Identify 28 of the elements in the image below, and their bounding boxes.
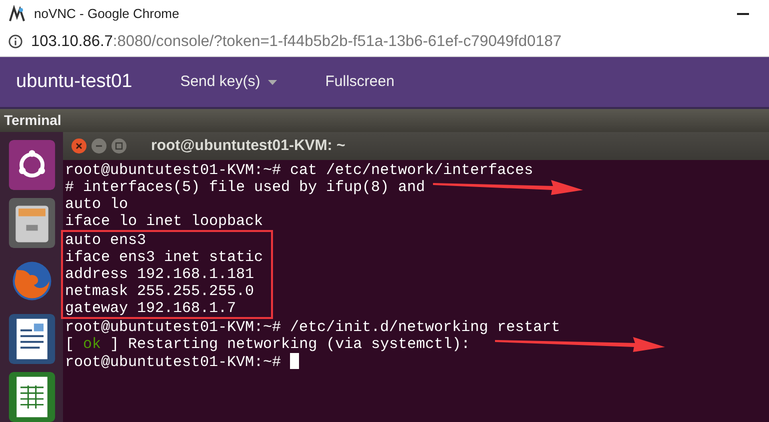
brand-title[interactable]: ubuntu-test01 <box>16 68 132 96</box>
info-icon[interactable] <box>8 34 23 49</box>
close-icon[interactable] <box>71 138 87 154</box>
window-title: noVNC - Google Chrome <box>34 4 180 23</box>
panel-title: Terminal <box>4 111 62 130</box>
prompt-text: root@ubuntutest01-KVM:~# <box>65 354 282 371</box>
terminal-line: auto lo <box>65 196 128 213</box>
terminal-line: netmask 255.255.255.0 <box>65 283 254 300</box>
address-field[interactable]: 103.10.86.7:8080/console/?token=1-f44b5b2b-f51a-13b6-61ef-c79049fd0187 <box>31 30 562 54</box>
terminal-line: # interfaces(5) file used by ifup(8) and <box>65 179 426 196</box>
terminal-line: auto ens3 <box>65 232 146 249</box>
app-icon <box>8 4 26 22</box>
terminal-line: root@ubuntutest01-KVM:~# /etc/init.d/networking restart <box>65 319 560 336</box>
terminal-title: root@ubuntutest01-KVM: ~ <box>151 136 346 156</box>
spreadsheet-icon[interactable] <box>8 372 56 422</box>
file-cabinet-icon[interactable] <box>8 198 56 248</box>
ubuntu-logo-icon[interactable] <box>8 140 56 190</box>
terminal-line: iface ens3 inet static <box>65 249 264 266</box>
nav-link[interactable]: Send key(s) <box>180 70 278 94</box>
document-icon[interactable] <box>8 314 56 364</box>
minimize-icon[interactable] <box>737 12 749 14</box>
maximize-icon[interactable] <box>111 138 127 154</box>
nav-link[interactable]: Fullscreen <box>325 70 394 94</box>
status-text: [ ok ] Restarting networking (via systemctl): <box>65 336 470 353</box>
terminal-line: address 192.168.1.181 <box>65 266 254 283</box>
terminal-line: root@ubuntutest01-KVM:~# cat /etc/network/interfaces <box>65 162 534 179</box>
terminal-line: gateway 192.168.1.7 <box>65 300 236 317</box>
terminal-line: iface lo inet loopback <box>65 213 264 230</box>
